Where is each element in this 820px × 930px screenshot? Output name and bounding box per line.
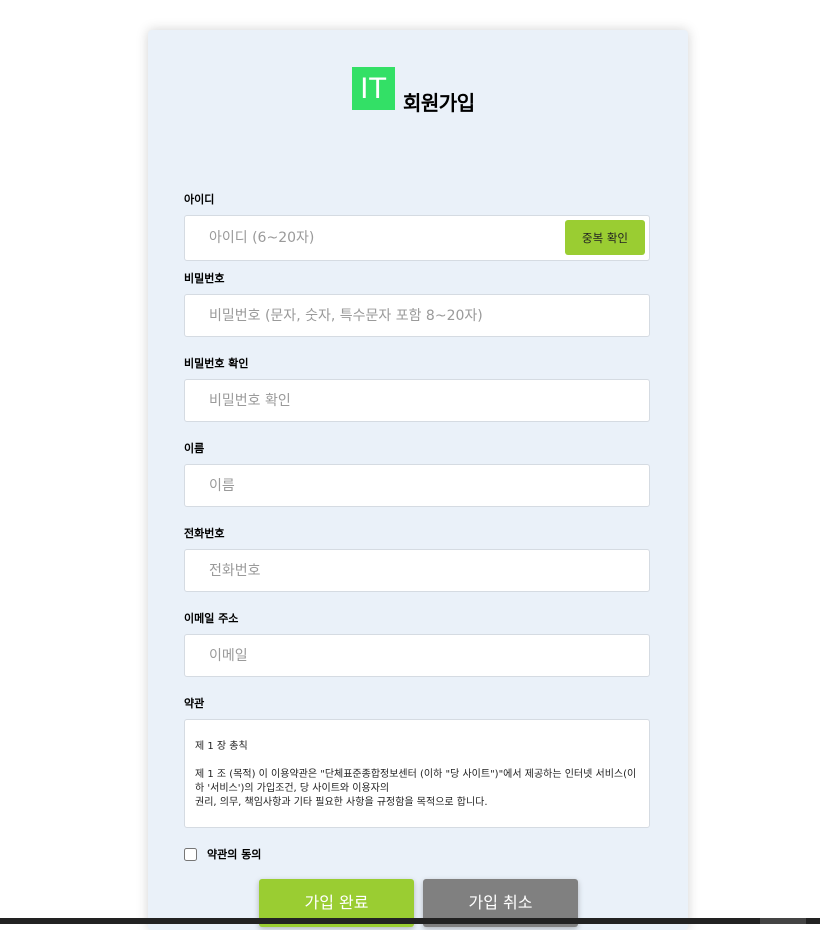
horizontal-scrollbar[interactable] [0,918,820,924]
phone-input[interactable] [185,550,649,591]
terms-chapter: 제 1 장 총칙 [195,741,248,752]
name-input[interactable] [185,465,649,506]
agree-label: 약관의 동의 [207,848,262,861]
email-input[interactable] [185,635,649,676]
agree-checkbox[interactable] [184,847,197,861]
id-label: 아이디 [184,193,215,206]
phone-field [184,549,650,592]
page-title: 회원가입 [403,91,475,115]
duplicate-check-button[interactable]: 중복 확인 [565,220,645,255]
password-label: 비밀번호 [184,272,225,285]
phone-label: 전화번호 [184,527,225,540]
password-confirm-input[interactable] [185,380,649,421]
id-field: 중복 확인 [184,215,650,261]
logo: IT [352,67,395,110]
terms-label: 약관 [184,697,205,710]
password-confirm-label: 비밀번호 확인 [184,357,249,370]
scrollbar-thumb[interactable] [760,918,806,924]
signup-card: IT 회원가입 아이디 중복 확인 비밀번호 비밀번호 확인 이름 전화번호 이… [148,30,688,930]
terms-article-line1: 제 1 조 (목적) 이 이용약관은 "단체표준종합정보센터 (이하 "당 사이… [195,769,637,794]
password-input[interactable] [185,295,649,336]
name-field [184,464,650,507]
terms-textbox[interactable]: 제 1 장 총칙 제 1 조 (목적) 이 이용약관은 "단체표준종합정보센터 … [184,719,650,828]
email-label: 이메일 주소 [184,612,239,625]
terms-article-line2: 권리, 의무, 책임사항과 기타 필요한 사항을 규정함을 목적으로 합니다. [195,797,488,808]
password-confirm-field [184,379,650,422]
name-label: 이름 [184,442,205,455]
agree-terms[interactable]: 약관의 동의 [184,846,261,862]
password-field [184,294,650,337]
email-field [184,634,650,677]
